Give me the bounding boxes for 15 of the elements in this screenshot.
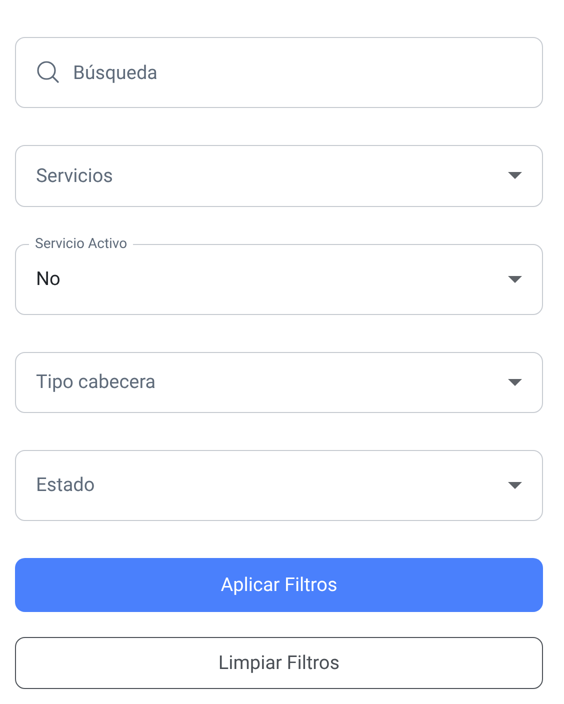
select-field[interactable]: Tipo cabecera <box>15 352 543 413</box>
select-value: No <box>36 266 60 292</box>
select-placeholder: Estado <box>36 472 95 498</box>
dropdown-caret-icon <box>508 172 522 180</box>
select-field[interactable]: Estado <box>15 450 543 521</box>
select-field[interactable]: Servicios <box>15 145 543 207</box>
select-placeholder: Tipo cabecera <box>36 369 156 396</box>
search-icon <box>36 60 60 84</box>
select-placeholder: Servicios <box>36 162 113 189</box>
dropdown-caret-icon <box>508 378 522 386</box>
clear-button[interactable]: Limpiar Filtros <box>15 637 543 689</box>
search-field[interactable]: Búsqueda <box>15 37 543 108</box>
apply-button[interactable]: Aplicar Filtros <box>15 558 543 612</box>
dropdown-caret-icon <box>508 276 522 284</box>
dropdown-caret-icon <box>508 482 522 490</box>
